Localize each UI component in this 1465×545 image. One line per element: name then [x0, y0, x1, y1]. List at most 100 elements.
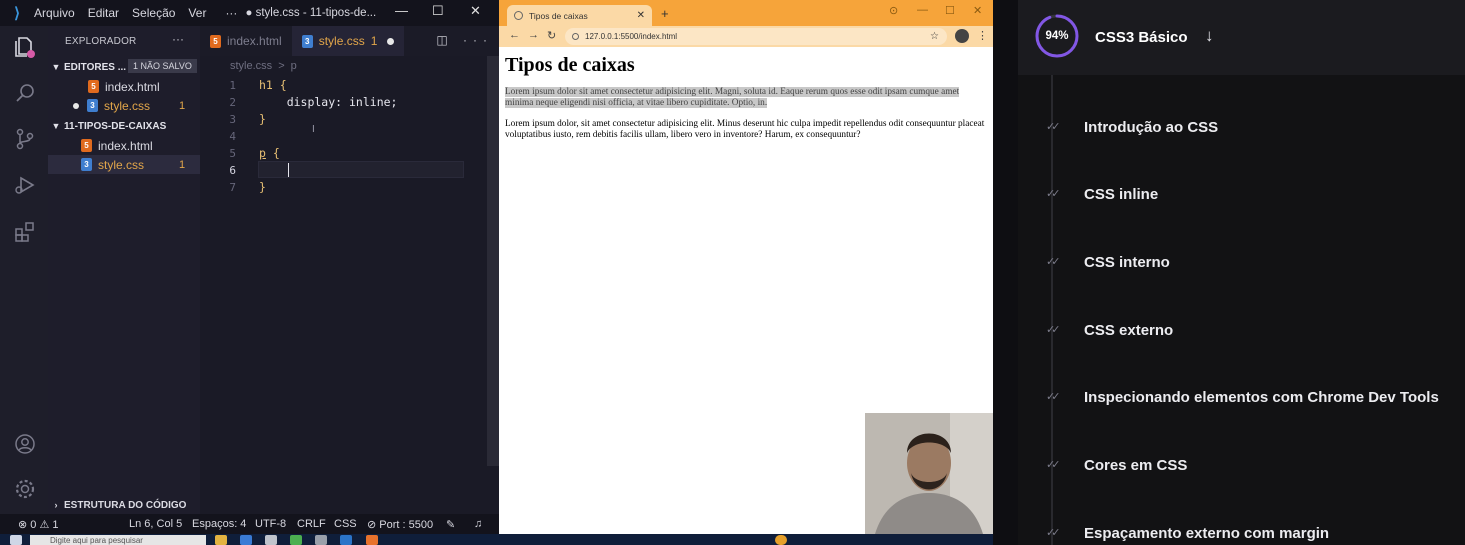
brace: } — [259, 112, 266, 126]
browser-menu-icon[interactable]: ⋮ — [977, 29, 988, 42]
open-editor-style-css[interactable]: 3 style.css 1 — [48, 96, 200, 115]
forward-arrow-icon[interactable]: → — [528, 29, 539, 41]
code-line-5[interactable]: p { — [259, 146, 280, 160]
line-number: 1 — [229, 79, 236, 92]
search-icon[interactable] — [12, 80, 38, 106]
arrow-down-icon[interactable]: ↓ — [1205, 26, 1214, 46]
lesson-title: Cores em CSS — [1084, 457, 1188, 474]
code-line-1[interactable]: h1 { — [259, 78, 287, 92]
back-arrow-icon[interactable]: ← — [509, 29, 520, 41]
split-editor-icon[interactable]: ◫ ··· — [436, 33, 493, 47]
open-editor-index-html[interactable]: 5 index.html — [48, 77, 200, 96]
windows-start-icon[interactable] — [10, 535, 22, 545]
reload-icon[interactable]: ↻ — [547, 29, 556, 42]
brace: } — [259, 180, 266, 194]
title-bar: ⟩ Arquivo Editar Seleção Ver ··· ● style… — [0, 0, 499, 26]
code-line-7[interactable]: } — [259, 180, 266, 194]
problem-count: 1 — [179, 99, 186, 112]
browser-tab[interactable]: Tipos de caixas ✕ — [507, 5, 652, 26]
unsaved-dot-icon[interactable] — [387, 37, 395, 45]
vscode-taskbar-icon[interactable] — [340, 535, 352, 545]
tab-problem-count: 1 — [370, 34, 378, 48]
breadcrumb-file[interactable]: style.css — [230, 60, 272, 72]
browser-close-button[interactable]: ✕ — [973, 4, 982, 17]
unsaved-badge: 1 NÃO SALVO — [128, 59, 197, 73]
lesson-item[interactable]: ✓✓ CSS externo — [1018, 316, 1465, 346]
progress-percent: 94% — [1045, 30, 1069, 42]
site-info-icon[interactable] — [572, 33, 579, 40]
lesson-item[interactable]: ✓✓ CSS inline — [1018, 180, 1465, 210]
close-tab-icon[interactable]: ✕ — [637, 10, 645, 21]
feedback-icon[interactable]: ✎ — [446, 518, 455, 531]
taskbar-app-icon[interactable] — [265, 535, 277, 545]
css-file-icon: 3 — [301, 34, 313, 48]
eol-status[interactable]: CRLF — [297, 518, 326, 530]
maximize-button[interactable]: ☐ — [432, 3, 444, 19]
settings-gear-icon[interactable] — [12, 476, 38, 502]
new-tab-button[interactable]: + — [661, 6, 669, 21]
lesson-item[interactable]: ✓✓ Introdução ao CSS — [1018, 113, 1465, 143]
outline-section[interactable]: › ESTRUTURA DO CÓDIGO — [48, 496, 200, 514]
cursor-position-status[interactable]: Ln 6, Col 5 — [129, 518, 182, 530]
indentation-status[interactable]: Espaços: 4 — [192, 518, 246, 530]
page-heading: Tipos de caixas — [505, 54, 635, 76]
menu-ver[interactable]: Ver — [188, 6, 206, 20]
taskbar-app-icon[interactable] — [240, 535, 252, 545]
css-selector: p — [259, 146, 266, 160]
browser-maximize-button[interactable]: ☐ — [945, 4, 955, 17]
address-bar[interactable]: 127.0.0.1:5500/index.html ☆ — [565, 28, 947, 45]
breadcrumb-separator: > — [278, 60, 285, 72]
explorer-icon[interactable] — [12, 34, 38, 60]
outline-title: ESTRUTURA DO CÓDIGO — [64, 499, 187, 511]
course-title: CSS3 Básico — [1095, 29, 1188, 46]
language-status[interactable]: CSS — [334, 518, 357, 530]
double-check-icon: ✓✓ — [1046, 459, 1061, 471]
chevron-down-icon: ▼ — [51, 62, 61, 72]
folder-file-index-html[interactable]: 5 index.html — [48, 136, 200, 155]
notifications-bell-icon[interactable]: ♫ — [474, 518, 482, 530]
bookmark-star-icon[interactable]: ☆ — [930, 28, 939, 45]
globe-icon — [514, 11, 523, 20]
file-explorer-icon[interactable] — [215, 535, 227, 545]
double-check-icon: ✓✓ — [1046, 527, 1061, 539]
webcam-overlay — [865, 413, 993, 534]
browser-minimize-button[interactable]: — — [917, 4, 928, 16]
extensions-icon[interactable] — [12, 218, 38, 244]
source-control-icon[interactable] — [12, 126, 38, 152]
live-server-port-status[interactable]: ⊘ Port : 5500 — [367, 518, 433, 531]
lesson-item[interactable]: ✓✓ Espaçamento externo com margin — [1018, 519, 1465, 545]
open-editors-section[interactable]: ▼ EDITORES ... 1 NÃO SALVO — [48, 57, 200, 77]
menu-selecao[interactable]: Seleção — [132, 6, 175, 20]
code-line-2[interactable]: display: inline; — [259, 95, 398, 109]
account-icon[interactable] — [12, 431, 38, 457]
browser-profile-icon[interactable]: ⊙ — [889, 4, 898, 17]
folder-section[interactable]: ▼ 11-TIPOS-DE-CAIXAS — [48, 116, 200, 136]
menu-editar[interactable]: Editar — [88, 6, 119, 20]
code-line-3[interactable]: } — [259, 112, 266, 126]
minimize-button[interactable]: — — [395, 3, 408, 18]
close-button[interactable]: ✕ — [470, 3, 481, 19]
lesson-item[interactable]: ✓✓ Inspecionando elementos com Chrome De… — [1018, 383, 1465, 413]
lesson-title: Inspecionando elementos com Chrome Dev T… — [1084, 389, 1439, 406]
avatar[interactable] — [955, 29, 969, 43]
taskbar-search-input[interactable]: Digite aqui para pesquisar — [30, 535, 206, 545]
more-menu-button[interactable]: ··· — [225, 6, 237, 20]
encoding-status[interactable]: UTF-8 — [255, 518, 286, 530]
tab-index-html[interactable]: 5 index.html — [200, 26, 292, 56]
course-header[interactable]: 94% CSS3 Básico ↓ — [1018, 0, 1465, 75]
breadcrumb-symbol[interactable]: p — [291, 60, 297, 72]
tab-style-css[interactable]: 3 style.css 1 — [291, 26, 405, 56]
browser-taskbar-icon[interactable] — [366, 535, 378, 545]
lesson-item[interactable]: ✓✓ CSS interno — [1018, 248, 1465, 278]
highlighted-text: Lorem ipsum dolor sit amet consectetur a… — [505, 87, 960, 108]
run-debug-icon[interactable] — [12, 172, 38, 198]
html-file-icon: 5 — [210, 34, 221, 48]
problems-status[interactable]: ⊗ 0 ⚠ 1 — [18, 518, 58, 531]
taskbar-app-icon[interactable] — [315, 535, 327, 545]
taskbar-app-icon[interactable] — [290, 535, 302, 545]
editor-scrollbar[interactable] — [487, 56, 499, 466]
menu-arquivo[interactable]: Arquivo — [34, 6, 75, 20]
lesson-item[interactable]: ✓✓ Cores em CSS — [1018, 451, 1465, 481]
folder-file-style-css[interactable]: 3 style.css 1 — [48, 155, 200, 174]
explorer-more-button[interactable]: ··· — [172, 32, 184, 46]
